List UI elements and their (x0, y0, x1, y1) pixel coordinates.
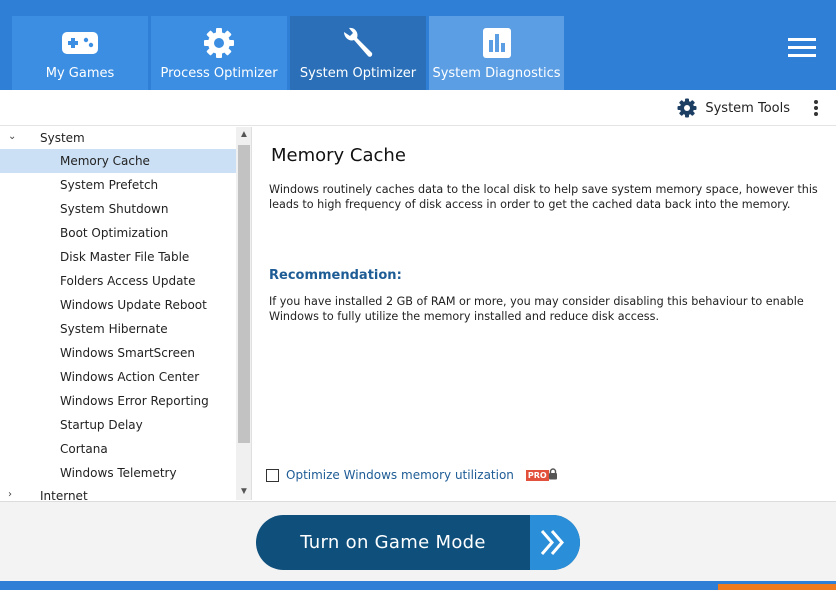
menu-icon[interactable] (788, 38, 816, 58)
footer-accent (718, 584, 836, 590)
wrench-icon (344, 27, 373, 57)
detail-panel: Memory Cache Windows routinely caches da… (253, 127, 836, 500)
tab-label: Process Optimizer (160, 66, 278, 81)
scroll-down-icon[interactable]: ▼ (236, 484, 251, 500)
description-text: Windows routinely caches data to the loc… (269, 183, 818, 211)
pro-badge-text: PRO (525, 470, 549, 481)
gear-icon (204, 28, 234, 58)
chevron-down-icon[interactable]: ⌄ (8, 131, 16, 142)
sidebar-tree: ⌄ System Memory Cache System Prefetch Sy… (0, 127, 252, 500)
footer-strip (0, 581, 836, 590)
more-options-icon[interactable] (814, 100, 818, 118)
tree-group-label: Internet (40, 489, 88, 500)
tree-group-label: System (40, 131, 85, 145)
tree-item-cortana[interactable]: Cortana (0, 437, 236, 461)
tree-item-windows-update-reboot[interactable]: Windows Update Reboot (0, 293, 236, 317)
tree-group-system[interactable]: ⌄ System (0, 127, 251, 149)
tab-process-optimizer[interactable]: Process Optimizer (151, 16, 287, 90)
pro-badge: PRO (525, 468, 558, 482)
recommendation-text: If you have installed 2 GB of RAM or mor… (269, 295, 804, 323)
gear-icon (677, 98, 697, 118)
chevron-right-icon[interactable]: › (8, 489, 12, 500)
tree-item-system-prefetch[interactable]: System Prefetch (0, 173, 236, 197)
tab-system-optimizer[interactable]: System Optimizer (290, 16, 426, 90)
page-title: Memory Cache (271, 145, 406, 166)
tree-item-windows-smartscreen[interactable]: Windows SmartScreen (0, 341, 236, 365)
tree-item-startup-delay[interactable]: Startup Delay (0, 413, 236, 437)
tree-item-windows-error-reporting[interactable]: Windows Error Reporting (0, 389, 236, 413)
toolbar: System Tools (0, 90, 836, 126)
tab-system-diagnostics[interactable]: System Diagnostics (429, 16, 564, 90)
tab-label: My Games (45, 66, 115, 81)
optimize-memory-label[interactable]: Optimize Windows memory utilization (286, 468, 514, 482)
tree-item-system-hibernate[interactable]: System Hibernate (0, 317, 236, 341)
tree-item-windows-action-center[interactable]: Windows Action Center (0, 365, 236, 389)
bar-chart-icon (482, 28, 511, 58)
tab-label: System Diagnostics (432, 66, 561, 81)
tree-item-disk-master-file-table[interactable]: Disk Master File Table (0, 245, 236, 269)
tree-item-folders-access-update[interactable]: Folders Access Update (0, 269, 236, 293)
optimize-memory-checkbox[interactable] (266, 468, 279, 482)
tree-item-windows-telemetry[interactable]: Windows Telemetry (0, 461, 236, 485)
scroll-thumb[interactable] (238, 145, 250, 443)
game-mode-label: Turn on Game Mode (300, 532, 486, 553)
tree-item-boot-optimization[interactable]: Boot Optimization (0, 221, 236, 245)
system-tools-button[interactable]: System Tools (677, 98, 790, 118)
optimize-option-row[interactable]: Optimize Windows memory utilization PRO (266, 467, 558, 483)
bottom-bar: Turn on Game Mode (0, 501, 836, 581)
tree-item-memory-cache[interactable]: Memory Cache (0, 149, 236, 173)
sidebar-scrollbar[interactable]: ▲ ▼ (236, 127, 251, 500)
tab-label: System Optimizer (299, 66, 417, 81)
recommendation-heading: Recommendation: (269, 268, 402, 283)
tree-item-system-shutdown[interactable]: System Shutdown (0, 197, 236, 221)
game-mode-button[interactable]: Turn on Game Mode (256, 515, 580, 570)
gamepad-icon (62, 32, 98, 54)
tree-group-internet[interactable]: › Internet (0, 485, 251, 500)
system-tools-label: System Tools (705, 100, 790, 116)
lock-icon (548, 468, 557, 480)
tab-my-games[interactable]: My Games (12, 16, 148, 90)
double-chevron-right-icon (530, 515, 580, 570)
scroll-up-icon[interactable]: ▲ (236, 127, 251, 143)
app-header: My Games Process Optimizer System Optimi… (0, 0, 836, 90)
